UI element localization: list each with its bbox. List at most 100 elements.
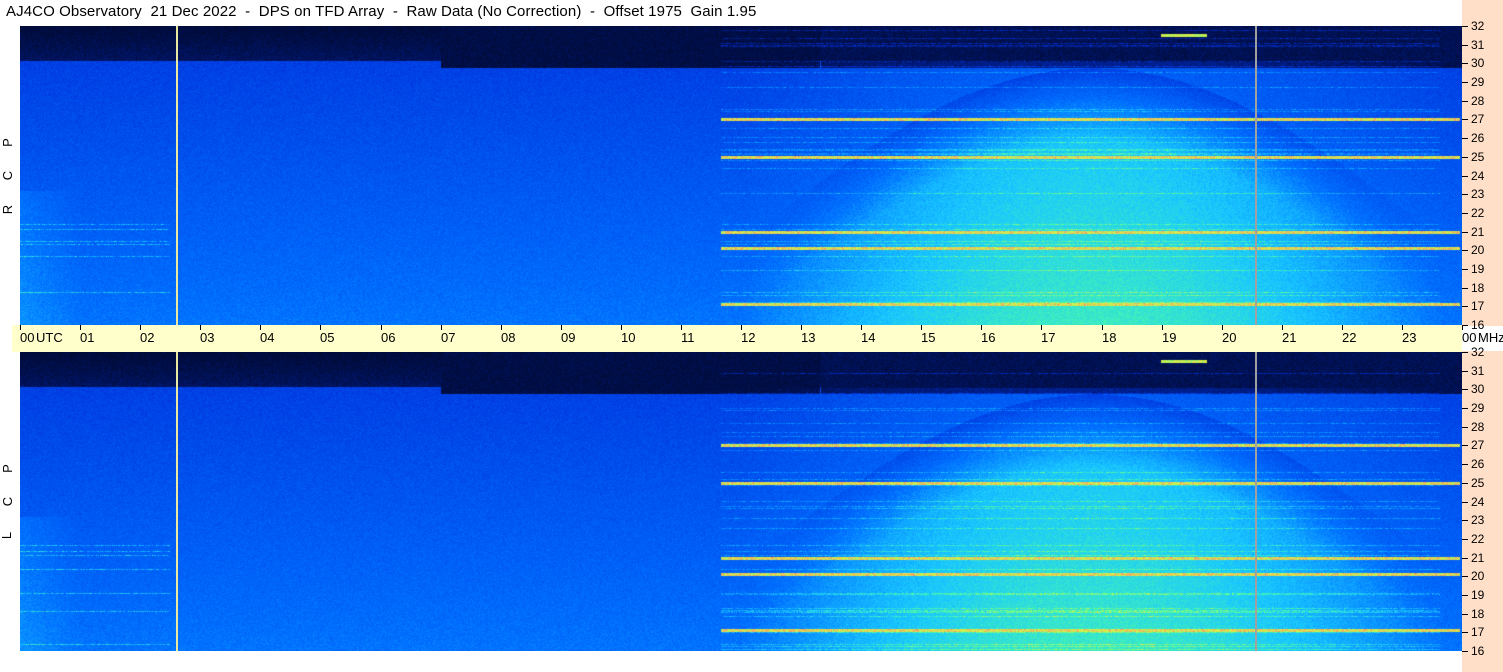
utc-hour-label: 04 xyxy=(260,330,275,345)
mhz-tick xyxy=(1462,371,1468,372)
mhz-tick-label: 16 xyxy=(1471,644,1485,658)
mhz-tick xyxy=(1462,520,1468,521)
mhz-tick-label: 30 xyxy=(1471,56,1485,70)
utc-hour-label: 05 xyxy=(320,330,335,345)
spectrogram-window: AJ4CO Observatory 21 Dec 2022 - DPS on T… xyxy=(0,0,1503,672)
mhz-tick-label: 20 xyxy=(1471,569,1485,583)
mhz-tick xyxy=(1462,595,1468,596)
mhz-tick xyxy=(1462,269,1468,270)
mhz-tick-label: 24 xyxy=(1471,495,1485,509)
lcp-spectrogram[interactable] xyxy=(20,352,1462,651)
time-marker-line xyxy=(1255,352,1257,651)
utc-hour-label: 06 xyxy=(381,330,396,345)
mhz-tick xyxy=(1462,306,1468,307)
utc-hour-label: 00 xyxy=(1462,330,1477,345)
utc-hour-label: 23 xyxy=(1402,330,1417,345)
mhz-tick xyxy=(1462,194,1468,195)
time-marker-line xyxy=(1255,26,1257,325)
mhz-tick-label: 26 xyxy=(1471,457,1485,471)
mhz-tick xyxy=(1462,558,1468,559)
polarization-letter: R xyxy=(0,204,16,215)
mhz-tick xyxy=(1462,213,1468,214)
frequency-axis-top: 32 31 30 29 28 27 26 25 24 23 22 21 20 19 18 17 16 xyxy=(1462,0,1503,331)
mhz-tick-label: 22 xyxy=(1471,532,1485,546)
utc-hour-label: 18 xyxy=(1102,330,1117,345)
mhz-tick xyxy=(1462,464,1468,465)
mhz-tick-label: 19 xyxy=(1471,262,1485,276)
mhz-tick xyxy=(1462,82,1468,83)
mhz-tick-label: 23 xyxy=(1471,187,1485,201)
utc-hour-label: 20 xyxy=(1222,330,1237,345)
frequency-axis-bottom: 32 31 30 29 28 27 26 25 24 23 22 21 20 19 18 17 16 xyxy=(1462,346,1503,672)
utc-hour-label: 10 xyxy=(621,330,636,345)
mhz-tick-label: 27 xyxy=(1471,112,1485,126)
polarization-letter: P xyxy=(0,464,15,473)
utc-hour-label: 03 xyxy=(200,330,215,345)
lcp-spectrogram-canvas xyxy=(20,352,1462,651)
utc-hour-label: 00 xyxy=(20,330,35,345)
mhz-tick xyxy=(1462,26,1468,27)
mhz-tick-label: 24 xyxy=(1471,169,1485,183)
mhz-tick-label: 25 xyxy=(1471,476,1485,490)
utc-hour-label: 13 xyxy=(801,330,816,345)
mhz-tick-label: 30 xyxy=(1471,382,1485,396)
utc-hour-label: 08 xyxy=(501,330,516,345)
mhz-tick xyxy=(1462,408,1468,409)
mhz-tick-label: 21 xyxy=(1471,551,1485,565)
mhz-tick xyxy=(1462,352,1468,353)
mhz-tick xyxy=(1462,45,1468,46)
time-marker-line xyxy=(176,26,178,325)
utc-hour-label: 15 xyxy=(921,330,936,345)
mhz-tick xyxy=(1462,445,1468,446)
mhz-tick xyxy=(1462,101,1468,102)
utc-unit-label: UTC xyxy=(36,330,63,345)
mhz-tick xyxy=(1462,502,1468,503)
utc-hour-label: 09 xyxy=(561,330,576,345)
mhz-unit-label: MHz xyxy=(1478,330,1503,345)
mhz-tick xyxy=(1462,250,1468,251)
polarization-letter: L xyxy=(0,531,15,540)
mhz-tick xyxy=(1462,288,1468,289)
utc-hour-label: 02 xyxy=(140,330,155,345)
mhz-tick-label: 31 xyxy=(1471,38,1485,52)
utc-hour-label: 07 xyxy=(441,330,456,345)
mhz-tick xyxy=(1462,232,1468,233)
mhz-tick-label: 22 xyxy=(1471,206,1485,220)
mhz-tick-label: 27 xyxy=(1471,438,1485,452)
mhz-tick xyxy=(1462,483,1468,484)
mhz-tick-label: 18 xyxy=(1471,607,1485,621)
utc-time-axis: 00 UTC 01 02 03 04 05 06 07 08 09 10 11 12 13 14 15 16 17 1… xyxy=(12,325,1503,352)
utc-hour-label: 22 xyxy=(1342,330,1357,345)
mhz-tick xyxy=(1462,651,1468,652)
mhz-tick xyxy=(1462,176,1468,177)
time-marker-line xyxy=(176,352,178,651)
mhz-tick-label: 29 xyxy=(1471,401,1485,415)
polarization-letter: C xyxy=(0,496,16,507)
mhz-tick-label: 17 xyxy=(1471,625,1485,639)
mhz-tick-label: 32 xyxy=(1471,19,1485,33)
utc-hour-label: 14 xyxy=(861,330,876,345)
mhz-tick-label: 19 xyxy=(1471,588,1485,602)
utc-hour-label: 12 xyxy=(741,330,756,345)
utc-hour-label: 19 xyxy=(1162,330,1177,345)
mhz-tick-label: 28 xyxy=(1471,420,1485,434)
mhz-tick xyxy=(1462,63,1468,64)
mhz-tick-label: 31 xyxy=(1471,364,1485,378)
mhz-tick-label: 32 xyxy=(1471,345,1485,359)
mhz-tick xyxy=(1462,614,1468,615)
mhz-tick-label: 23 xyxy=(1471,513,1485,527)
polarization-letter: C xyxy=(0,170,16,181)
mhz-tick-label: 18 xyxy=(1471,281,1485,295)
rcp-spectrogram[interactable] xyxy=(20,26,1462,325)
mhz-tick-label: 28 xyxy=(1471,94,1485,108)
rcp-spectrogram-canvas xyxy=(20,26,1462,325)
utc-hour-label: 21 xyxy=(1282,330,1297,345)
utc-hour-label: 16 xyxy=(981,330,996,345)
utc-hour-label: 17 xyxy=(1041,330,1056,345)
mhz-tick-label: 17 xyxy=(1471,299,1485,313)
mhz-tick xyxy=(1462,576,1468,577)
mhz-tick xyxy=(1462,138,1468,139)
mhz-tick-label: 20 xyxy=(1471,243,1485,257)
mhz-tick xyxy=(1462,539,1468,540)
mhz-tick-label: 29 xyxy=(1471,75,1485,89)
